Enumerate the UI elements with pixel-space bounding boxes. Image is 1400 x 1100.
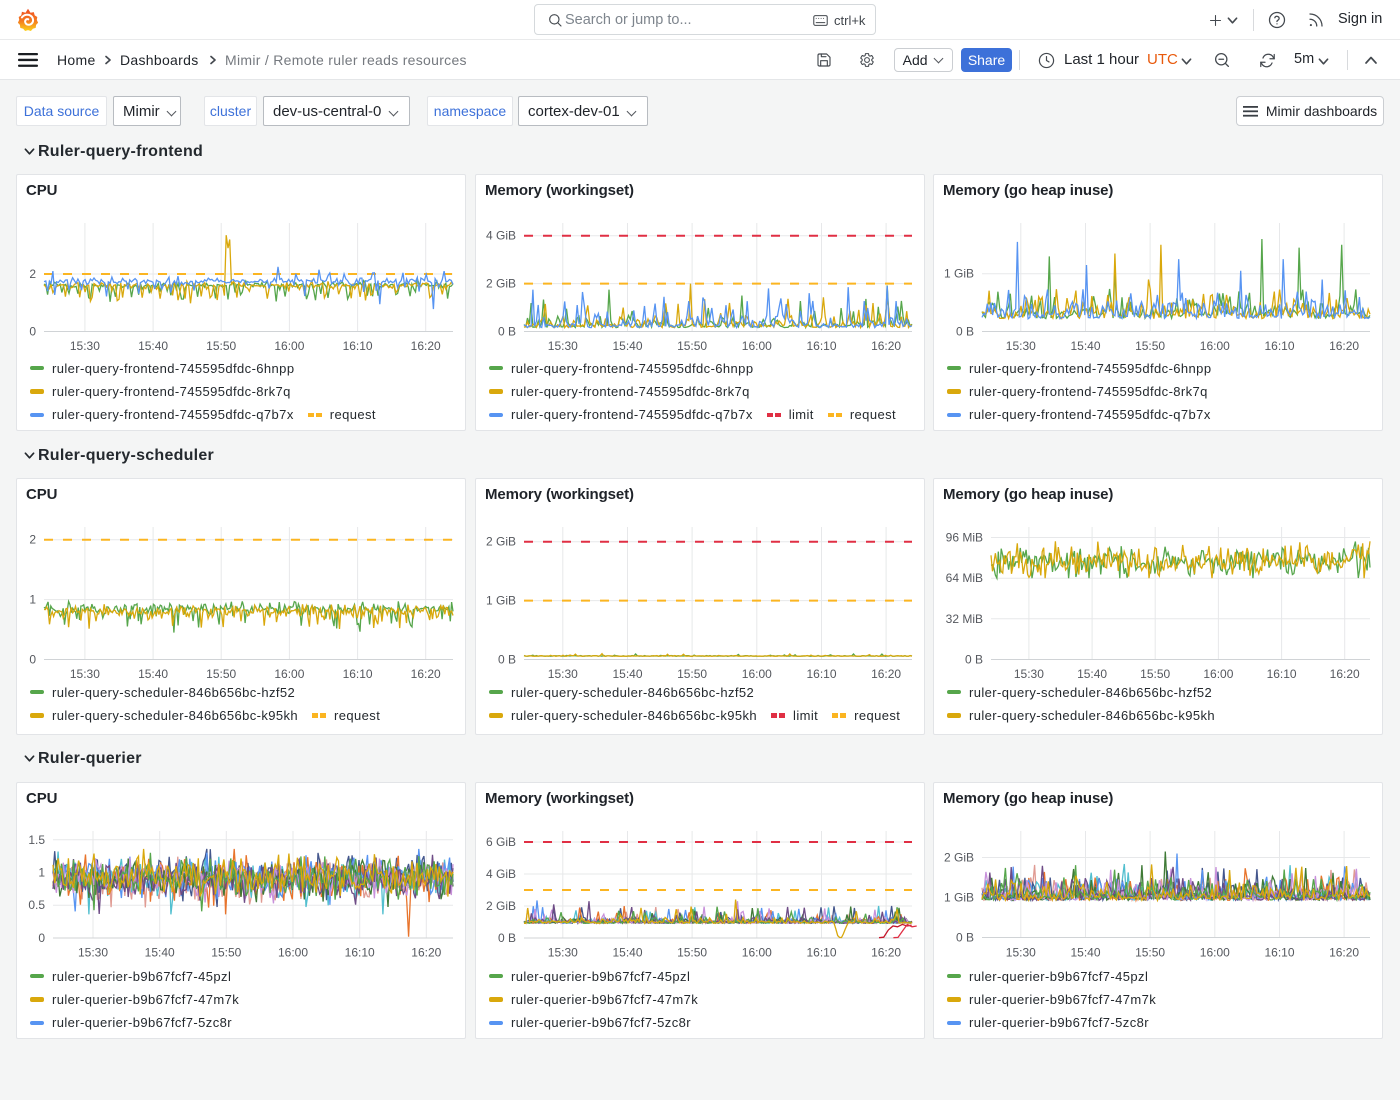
svg-text:15:50: 15:50: [677, 339, 707, 353]
svg-text:0: 0: [29, 653, 36, 667]
svg-text:16:10: 16:10: [1264, 946, 1294, 960]
svg-text:4 GiB: 4 GiB: [486, 867, 516, 881]
svg-text:16:10: 16:10: [1264, 339, 1294, 353]
svg-text:0 B: 0 B: [498, 931, 516, 945]
svg-text:0 B: 0 B: [956, 325, 974, 339]
svg-text:96 MiB: 96 MiB: [946, 531, 983, 545]
svg-text:15:30: 15:30: [70, 667, 100, 681]
svg-text:0 B: 0 B: [956, 931, 974, 945]
svg-text:15:30: 15:30: [1006, 946, 1036, 960]
svg-text:15:40: 15:40: [1077, 667, 1107, 681]
svg-text:2 GiB: 2 GiB: [944, 851, 974, 865]
svg-text:16:20: 16:20: [411, 946, 441, 960]
svg-text:16:00: 16:00: [1200, 339, 1230, 353]
svg-text:16:00: 16:00: [274, 339, 304, 353]
svg-text:16:00: 16:00: [742, 667, 772, 681]
svg-text:16:00: 16:00: [274, 667, 304, 681]
svg-text:15:30: 15:30: [1006, 339, 1036, 353]
svg-text:15:40: 15:40: [1070, 339, 1100, 353]
svg-text:0.5: 0.5: [28, 898, 45, 912]
svg-text:15:30: 15:30: [548, 946, 578, 960]
svg-text:15:40: 15:40: [612, 339, 642, 353]
svg-text:0: 0: [29, 325, 36, 339]
svg-text:16:10: 16:10: [1267, 667, 1297, 681]
svg-text:16:20: 16:20: [1329, 946, 1359, 960]
svg-text:0 B: 0 B: [498, 653, 516, 667]
svg-text:16:10: 16:10: [806, 339, 836, 353]
svg-text:15:40: 15:40: [138, 667, 168, 681]
svg-text:0 B: 0 B: [498, 325, 516, 339]
svg-text:15:30: 15:30: [1014, 667, 1044, 681]
svg-text:16:20: 16:20: [411, 667, 441, 681]
svg-text:16:10: 16:10: [343, 339, 373, 353]
svg-text:0 B: 0 B: [965, 653, 983, 667]
svg-text:4 GiB: 4 GiB: [486, 229, 516, 243]
svg-text:15:40: 15:40: [138, 339, 168, 353]
svg-text:15:50: 15:50: [1140, 667, 1170, 681]
svg-text:2 GiB: 2 GiB: [486, 277, 516, 291]
svg-text:15:50: 15:50: [1135, 946, 1165, 960]
svg-text:15:50: 15:50: [1135, 339, 1165, 353]
svg-text:16:00: 16:00: [1200, 946, 1230, 960]
svg-text:15:40: 15:40: [612, 667, 642, 681]
svg-text:15:50: 15:50: [677, 667, 707, 681]
svg-text:16:10: 16:10: [806, 667, 836, 681]
svg-text:15:50: 15:50: [677, 946, 707, 960]
svg-text:16:10: 16:10: [806, 946, 836, 960]
svg-text:16:20: 16:20: [871, 339, 901, 353]
svg-text:64 MiB: 64 MiB: [946, 571, 983, 585]
svg-text:16:20: 16:20: [871, 946, 901, 960]
svg-text:0: 0: [38, 931, 45, 945]
svg-text:2 GiB: 2 GiB: [486, 535, 516, 549]
svg-text:15:40: 15:40: [1070, 946, 1100, 960]
svg-text:2: 2: [29, 267, 36, 281]
svg-text:1 GiB: 1 GiB: [486, 594, 516, 608]
svg-text:32 MiB: 32 MiB: [946, 612, 983, 626]
svg-text:2 GiB: 2 GiB: [486, 899, 516, 913]
svg-text:15:30: 15:30: [70, 339, 100, 353]
svg-text:15:40: 15:40: [145, 946, 175, 960]
svg-text:16:10: 16:10: [343, 667, 373, 681]
svg-text:16:00: 16:00: [1203, 667, 1233, 681]
svg-text:16:10: 16:10: [345, 946, 375, 960]
svg-text:15:40: 15:40: [612, 946, 642, 960]
svg-text:1 GiB: 1 GiB: [944, 891, 974, 905]
svg-text:16:00: 16:00: [742, 946, 772, 960]
svg-text:16:20: 16:20: [411, 339, 441, 353]
svg-text:1: 1: [29, 593, 36, 607]
svg-text:16:00: 16:00: [742, 339, 772, 353]
svg-text:6 GiB: 6 GiB: [486, 835, 516, 849]
svg-text:16:20: 16:20: [1329, 339, 1359, 353]
svg-text:15:50: 15:50: [206, 667, 236, 681]
svg-text:1.5: 1.5: [28, 833, 45, 847]
svg-text:15:30: 15:30: [548, 339, 578, 353]
svg-text:15:30: 15:30: [548, 667, 578, 681]
svg-text:16:00: 16:00: [278, 946, 308, 960]
svg-text:16:20: 16:20: [1330, 667, 1360, 681]
svg-text:15:50: 15:50: [206, 339, 236, 353]
svg-text:1 GiB: 1 GiB: [944, 267, 974, 281]
svg-text:2: 2: [29, 533, 36, 547]
svg-text:1: 1: [38, 866, 45, 880]
svg-text:15:30: 15:30: [78, 946, 108, 960]
svg-text:16:20: 16:20: [871, 667, 901, 681]
svg-text:15:50: 15:50: [211, 946, 241, 960]
